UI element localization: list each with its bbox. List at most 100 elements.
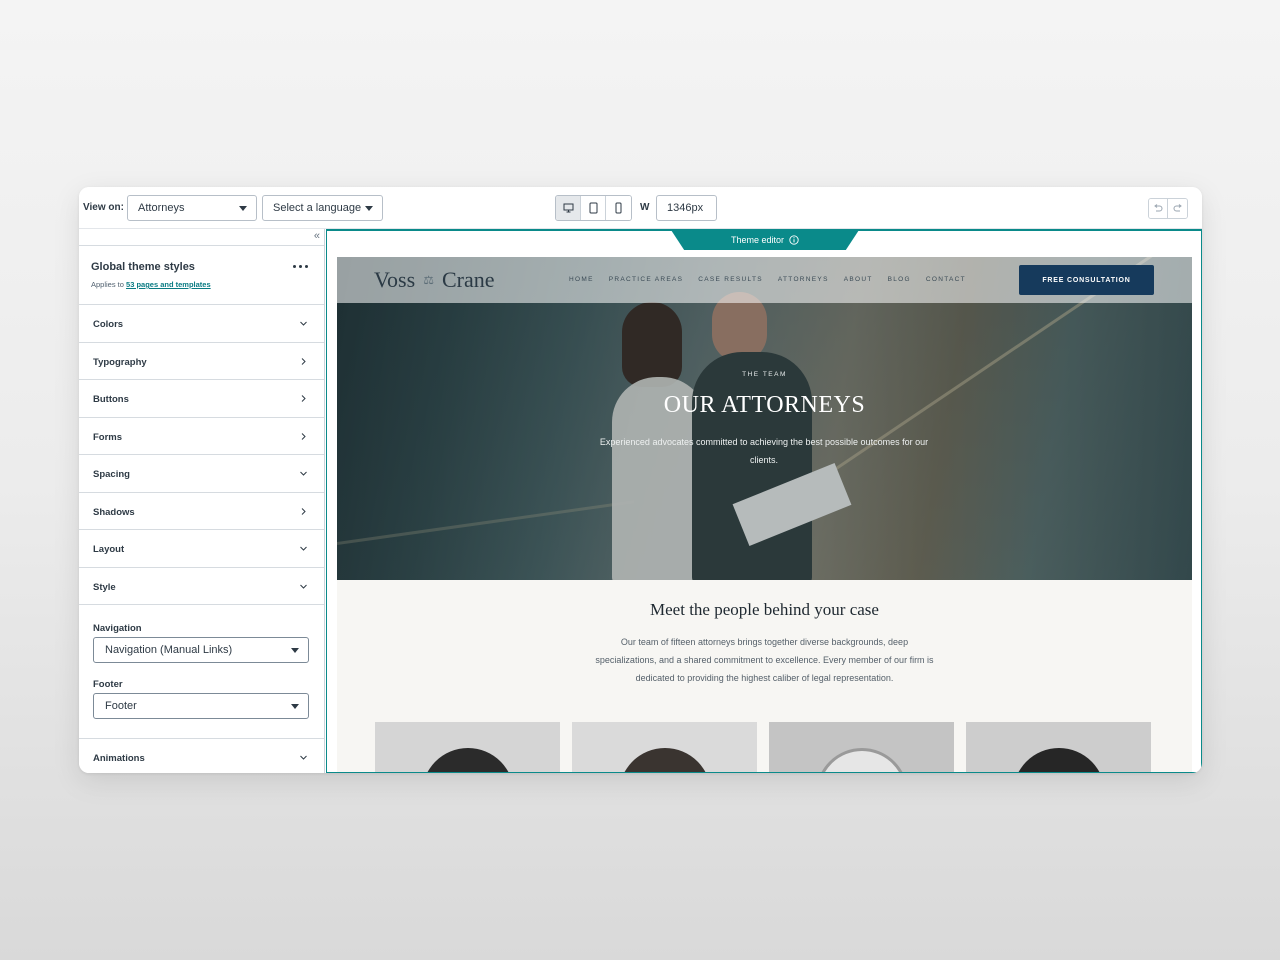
undo-icon: [1154, 204, 1163, 212]
section-label: Typography: [93, 356, 147, 368]
chevron-down-icon: [239, 206, 247, 211]
attorney-card[interactable]: [572, 722, 757, 772]
team-description: Our team of fifteen attorneys brings tog…: [595, 637, 934, 683]
section-label: Spacing: [93, 469, 130, 480]
site-menu-item[interactable]: ABOUT: [844, 276, 873, 283]
chevron-down-icon: [300, 471, 307, 476]
section-label: Forms: [93, 431, 123, 443]
sidebar-section-typography[interactable]: Typography: [79, 343, 324, 380]
desktop-icon: [563, 203, 573, 213]
logo-word-voss: Voss: [374, 267, 416, 292]
sidebar-section-colors[interactable]: Colors: [79, 305, 324, 343]
device-toggle-group: [555, 195, 632, 221]
language-value: Select a language: [273, 202, 362, 214]
attorney-photo: [1012, 748, 1105, 772]
sidebar-section-layout[interactable]: Layout: [79, 530, 324, 568]
editor-window: View on: Attorneys Select a language W 1…: [79, 187, 1202, 773]
view-on-label: View on:: [83, 202, 124, 213]
theme-editor-label: Theme editor: [730, 235, 785, 245]
sidebar-section-shadows[interactable]: Shadows: [79, 493, 324, 530]
scales-icon: ⚖: [423, 272, 434, 287]
logo-word-crane: Crane: [441, 267, 495, 292]
mobile-icon: [615, 202, 622, 214]
navigation-label: Navigation: [93, 623, 142, 634]
attorney-photo: [815, 748, 908, 772]
site-menu-item[interactable]: CONTACT: [926, 276, 966, 283]
footer-value: Footer: [105, 700, 137, 712]
sidebar-section-forms[interactable]: Forms: [79, 418, 324, 455]
redo-button[interactable]: [1168, 199, 1187, 218]
style-panel: Navigation Navigation (Manual Links) Foo…: [79, 605, 324, 739]
sidebar-section-spacing[interactable]: Spacing: [79, 455, 324, 493]
redo-icon: [1173, 204, 1182, 212]
chevron-down-icon: [300, 321, 307, 326]
site-logo[interactable]: Voss ⚖ Crane: [374, 267, 494, 293]
attorney-photo: [421, 748, 514, 772]
section-label: Style: [93, 581, 116, 593]
desktop-view-button[interactable]: [556, 196, 581, 220]
info-icon: [789, 235, 799, 245]
tablet-view-button[interactable]: [581, 196, 606, 220]
chevron-down-icon: [300, 546, 307, 551]
applies-to-text: Applies to 53 pages and templates: [91, 280, 211, 289]
section-list: Colors Typography Buttons Forms Spacing Shado…: [79, 305, 324, 605]
hero-subtitle: Experienced advocates committed to achie…: [599, 437, 929, 465]
website-canvas: Voss ⚖ Crane HOME PRACTICE AREAS CASE RESU…: [337, 257, 1192, 772]
free-consultation-button[interactable]: FREE CONSULTATION: [1019, 265, 1154, 295]
site-menu-item[interactable]: BLOG: [888, 276, 911, 283]
width-label: W: [640, 202, 650, 213]
attorney-card[interactable]: [769, 722, 954, 772]
more-options-icon[interactable]: [293, 265, 308, 268]
hero-section: Voss ⚖ Crane HOME PRACTICE AREAS CASE RESU…: [337, 257, 1192, 580]
sidebar-section-animations[interactable]: Animations: [79, 739, 324, 773]
collapse-sidebar-icon[interactable]: «: [314, 230, 320, 242]
undo-redo-group: [1148, 198, 1188, 219]
sidebar-section-style[interactable]: Style: [79, 568, 324, 605]
chevron-down-icon: [365, 206, 373, 211]
top-toolbar: View on: Attorneys Select a language W 1…: [79, 187, 1202, 229]
site-preview: Theme editor Voss ⚖ Crane HOME PRACTICE …: [326, 229, 1202, 773]
site-menu: HOME PRACTICE AREAS CASE RESULTS ATTORNEYS A…: [569, 276, 966, 283]
hero-eyebrow: THE TEAM: [742, 371, 787, 378]
navigation-select[interactable]: Navigation (Manual Links): [93, 637, 309, 663]
global-theme-styles-title: Global theme styles: [91, 261, 195, 273]
chevron-right-icon: [301, 395, 306, 402]
chevron-right-icon: [301, 507, 306, 515]
team-heading: Meet the people behind your case: [650, 600, 879, 619]
navigation-value: Navigation (Manual Links): [105, 644, 233, 656]
chevron-right-icon: [301, 432, 306, 440]
chevron-down-icon: [300, 584, 307, 589]
section-label: Layout: [93, 544, 125, 555]
applies-prefix: Applies to: [91, 280, 127, 289]
site-menu-item[interactable]: HOME: [569, 276, 594, 283]
site-navbar: Voss ⚖ Crane HOME PRACTICE AREAS CASE RESU…: [337, 257, 1192, 303]
section-label: Animations: [93, 753, 145, 764]
view-on-value: Attorneys: [138, 202, 185, 214]
width-input[interactable]: 1346px: [656, 195, 717, 221]
section-label: Buttons: [93, 394, 129, 405]
section-label: Colors: [93, 319, 124, 330]
view-on-select[interactable]: Attorneys: [127, 195, 257, 221]
chevron-down-icon: [291, 704, 299, 709]
tablet-icon: [589, 202, 597, 214]
chevron-down-icon: [291, 648, 299, 653]
section-label: Shadows: [93, 506, 135, 518]
footer-select[interactable]: Footer: [93, 693, 309, 719]
theme-editor-tab[interactable]: Theme editor: [671, 231, 859, 250]
hero-title: OUR ATTORNEYS: [663, 392, 866, 418]
theme-sidebar: « Global theme styles Applies to 53 page…: [79, 229, 325, 773]
global-theme-styles-header: Global theme styles Applies to 53 pages …: [79, 246, 324, 305]
attorney-card[interactable]: [375, 722, 560, 772]
sidebar-section-buttons[interactable]: Buttons: [79, 380, 324, 418]
attorney-card[interactable]: [966, 722, 1151, 772]
collapse-row: «: [79, 229, 324, 246]
chevron-right-icon: [301, 357, 306, 365]
pages-templates-link[interactable]: 53 pages and templates: [126, 280, 211, 289]
site-menu-item[interactable]: PRACTICE AREAS: [609, 276, 684, 283]
site-menu-item[interactable]: ATTORNEYS: [778, 276, 829, 283]
language-select[interactable]: Select a language: [262, 195, 383, 221]
chevron-down-icon: [300, 755, 307, 760]
mobile-view-button[interactable]: [606, 196, 631, 220]
site-menu-item[interactable]: CASE RESULTS: [698, 276, 763, 283]
undo-button[interactable]: [1149, 199, 1168, 218]
